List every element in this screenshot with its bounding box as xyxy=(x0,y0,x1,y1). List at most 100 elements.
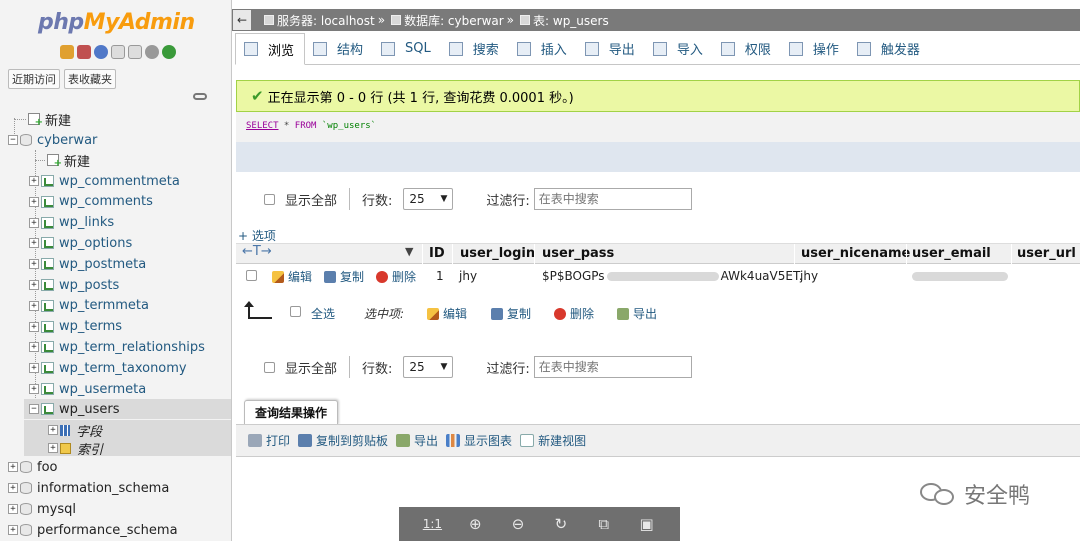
copy-to-clipboard-link[interactable]: 复制到剪贴板 xyxy=(298,432,388,449)
expand-icon[interactable]: + xyxy=(48,443,58,453)
tree-table-new[interactable]: 新建 xyxy=(35,150,90,170)
expand-icon[interactable]: + xyxy=(29,321,39,332)
tree-database-item[interactable]: + mysql xyxy=(8,499,76,519)
expand-icon[interactable]: + xyxy=(48,425,58,435)
zoom-in-icon[interactable]: ⊕ xyxy=(464,515,486,533)
help-icon[interactable] xyxy=(94,45,108,59)
docs-icon[interactable] xyxy=(111,45,125,59)
tab-import[interactable]: 导入 xyxy=(645,33,713,64)
tree-table-item[interactable]: + wp_term_taxonomy xyxy=(29,358,187,378)
expand-icon[interactable]: + xyxy=(29,217,39,228)
column-arrows-icon[interactable]: ←T→ xyxy=(242,244,272,259)
favorites-tab[interactable]: 表收藏夹 xyxy=(64,69,116,89)
create-view-link[interactable]: 新建视图 xyxy=(520,432,586,449)
collapse-icon[interactable]: − xyxy=(8,135,18,145)
row-checkbox[interactable] xyxy=(246,270,257,281)
rotate-icon[interactable]: ↻ xyxy=(550,515,572,533)
select-all-label[interactable]: 全选 xyxy=(311,305,335,322)
rows-select[interactable]: 25 ▼ xyxy=(403,356,454,378)
tree-db-cyberwar[interactable]: − cyberwar xyxy=(8,130,97,150)
tree-table-item[interactable]: + wp_usermeta xyxy=(29,379,146,399)
settings-gear-icon[interactable] xyxy=(145,45,159,59)
link-with-main-panel-icon[interactable] xyxy=(193,93,207,100)
show-all-label[interactable]: 显示全部 xyxy=(285,358,337,377)
tree-fields[interactable]: + 字段 xyxy=(24,420,231,440)
tree-table-item[interactable]: + wp_options xyxy=(29,233,132,253)
tree-table-item[interactable]: + wp_termmeta xyxy=(29,296,149,316)
expand-icon[interactable]: + xyxy=(29,259,39,270)
row-edit-link[interactable]: 编辑 xyxy=(272,268,312,285)
tab-triggers[interactable]: 触发器 xyxy=(849,33,930,64)
expand-icon[interactable]: + xyxy=(29,363,39,374)
tree-table-item[interactable]: + wp_posts xyxy=(29,275,119,295)
tab-operations[interactable]: 操作 xyxy=(781,33,849,64)
cell-id[interactable]: 1 xyxy=(436,269,444,283)
print-link[interactable]: 打印 xyxy=(248,432,290,449)
tree-database-item[interactable]: + foo xyxy=(8,457,57,477)
expand-icon[interactable]: + xyxy=(29,300,39,311)
export-link[interactable]: 导出 xyxy=(396,432,438,449)
crop-icon[interactable]: ⧉ xyxy=(593,515,615,533)
tree-table-item[interactable]: + wp_comments xyxy=(29,192,153,212)
reload-icon[interactable] xyxy=(162,45,176,59)
expand-icon[interactable]: + xyxy=(29,342,39,353)
show-all-checkbox[interactable] xyxy=(264,193,275,205)
tab-insert[interactable]: 插入 xyxy=(509,33,577,64)
logout-icon[interactable] xyxy=(77,45,91,59)
breadcrumb-server[interactable]: 服务器: localhost xyxy=(277,12,375,29)
cell-user-nicename[interactable]: jhy xyxy=(800,269,818,283)
cell-user-pass[interactable]: $P$BOGPs AWk4uaV5ET. xyxy=(542,269,803,283)
column-header-user-pass[interactable]: user_pass xyxy=(542,244,614,265)
show-all-checkbox[interactable] xyxy=(264,361,275,373)
show-all-label[interactable]: 显示全部 xyxy=(285,190,337,209)
sql-docs-icon[interactable] xyxy=(128,45,142,59)
expand-icon[interactable]: + xyxy=(8,462,18,472)
column-header-user-url[interactable]: user_url xyxy=(1017,244,1076,265)
filter-search-input[interactable] xyxy=(533,356,692,378)
cell-user-login[interactable]: jhy xyxy=(459,269,477,283)
tree-table-item[interactable]: + wp_term_relationships xyxy=(29,337,205,357)
tree-indexes[interactable]: + 索引 xyxy=(24,440,231,458)
tree-database-item[interactable]: + performance_schema xyxy=(8,520,178,540)
recent-tab[interactable]: 近期访问 xyxy=(8,69,60,89)
rows-select[interactable]: 25 ▼ xyxy=(403,188,454,210)
expand-icon[interactable]: + xyxy=(29,176,39,186)
column-header-id[interactable]: ID xyxy=(429,244,445,265)
sort-dropdown-icon[interactable]: ▼ xyxy=(405,245,413,258)
expand-icon[interactable]: + xyxy=(29,280,39,290)
tree-table-item[interactable]: + wp_links xyxy=(29,213,114,233)
bulk-edit-button[interactable]: 编辑 xyxy=(427,305,467,322)
options-link[interactable]: + 选项 xyxy=(238,227,276,244)
home-icon[interactable] xyxy=(60,45,74,59)
tree-table-item[interactable]: + wp_terms xyxy=(29,317,122,337)
tree-database-item[interactable]: + information_schema xyxy=(8,478,169,498)
tab-browse[interactable]: 浏览 xyxy=(235,33,306,65)
column-header-user-nicename[interactable]: user_nicename xyxy=(801,244,910,265)
row-delete-link[interactable]: 删除 xyxy=(376,268,416,285)
bulk-export-button[interactable]: 导出 xyxy=(617,305,657,322)
select-all-checkbox[interactable] xyxy=(290,306,301,317)
expand-icon[interactable]: + xyxy=(8,483,18,493)
tab-search[interactable]: 搜索 xyxy=(441,33,509,64)
display-chart-link[interactable]: 显示图表 xyxy=(446,432,512,449)
collapse-nav-button[interactable]: ← xyxy=(233,10,251,30)
expand-icon[interactable]: + xyxy=(29,238,39,249)
tab-privileges[interactable]: 权限 xyxy=(713,33,781,64)
actual-size-button[interactable]: 1:1 xyxy=(421,517,443,531)
tree-table-item[interactable]: + wp_commentmeta xyxy=(29,171,180,191)
cell-user-email[interactable] xyxy=(912,269,1008,283)
breadcrumb-database[interactable]: 数据库: cyberwar xyxy=(404,12,504,29)
expand-icon[interactable]: + xyxy=(8,525,18,535)
filter-search-input[interactable] xyxy=(533,188,692,210)
sql-query-text[interactable]: SELECT * FROM `wp_users` xyxy=(246,121,376,131)
sql-select-keyword[interactable]: SELECT xyxy=(246,121,279,131)
tree-table-selected[interactable]: − wp_users xyxy=(24,399,231,419)
tree-table-item[interactable]: + wp_postmeta xyxy=(29,254,146,274)
breadcrumb-table[interactable]: 表: wp_users xyxy=(533,12,609,29)
zoom-out-icon[interactable]: ⊖ xyxy=(507,515,529,533)
expand-icon[interactable]: + xyxy=(29,384,39,394)
phpmyadmin-logo[interactable]: phpMyAdmin xyxy=(38,10,195,35)
column-header-user-email[interactable]: user_email xyxy=(912,244,991,265)
tree-new-database[interactable]: 新建 xyxy=(14,109,71,129)
tab-export[interactable]: 导出 xyxy=(577,33,645,64)
